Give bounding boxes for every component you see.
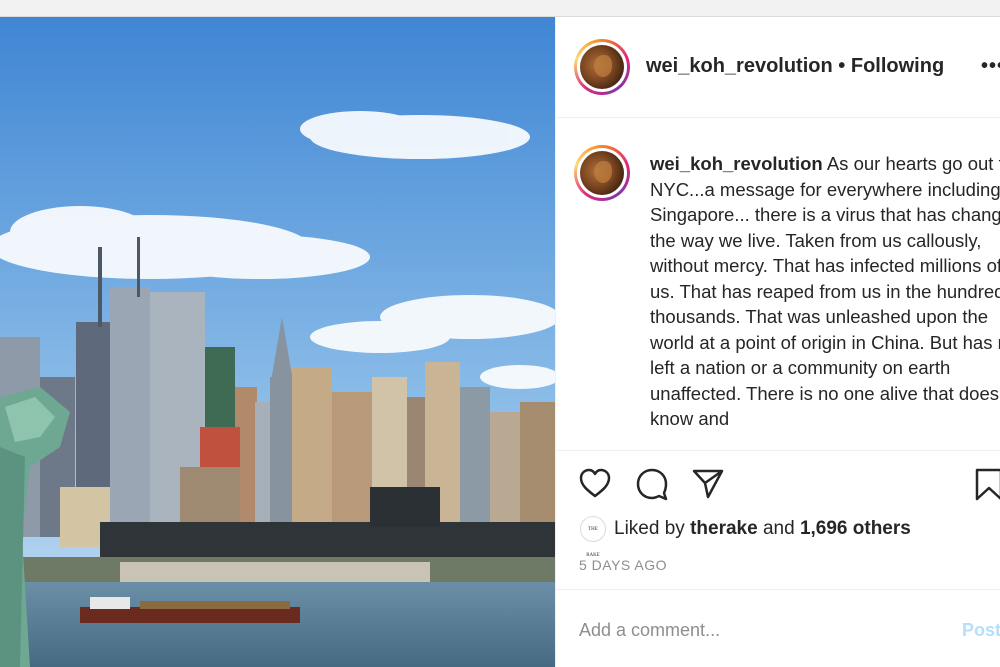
liker-avatar[interactable]: THE RAKE <box>580 516 606 558</box>
post-detail-panel: wei_koh_revolution • Following ••• wei_k… <box>555 17 1000 667</box>
likes-prefix: Liked by <box>614 518 685 539</box>
following-button[interactable]: Following <box>851 55 944 77</box>
more-options-icon[interactable]: ••• <box>981 55 1000 78</box>
post-header: wei_koh_revolution • Following ••• <box>556 17 1000 118</box>
bookmark-icon[interactable] <box>974 467 1000 501</box>
caption-text: wei_koh_revolution As our hearts go out … <box>650 151 1000 432</box>
action-bar <box>556 451 1000 511</box>
header-user-line: wei_koh_revolution • Following <box>646 55 944 78</box>
caption-avatar[interactable] <box>574 145 630 201</box>
post-comment-button[interactable]: Post <box>962 620 1000 641</box>
liker-username-link[interactable]: therake <box>690 518 758 539</box>
likes-text: Liked by therake and 1,696 others <box>614 518 911 540</box>
likes-others-link[interactable]: 1,696 others <box>800 518 911 539</box>
caption-section: wei_koh_revolution As our hearts go out … <box>556 118 1000 451</box>
paper-plane-icon[interactable] <box>691 467 725 499</box>
nyc-skyline-image <box>0 17 555 667</box>
avatar[interactable] <box>574 39 630 95</box>
post-photo[interactable] <box>0 17 555 667</box>
caption-body: As our hearts go out to NYC...a message … <box>650 153 1000 429</box>
separator-dot: • <box>838 55 846 77</box>
likes-conjunction: and <box>762 518 795 539</box>
heart-icon[interactable] <box>578 467 612 499</box>
likes-summary: THE RAKE Liked by therake and 1,696 othe… <box>578 515 998 558</box>
username-link[interactable]: wei_koh_revolution <box>646 55 833 77</box>
caption-username-link[interactable]: wei_koh_revolution <box>650 153 823 174</box>
post-timestamp[interactable]: 5 DAYS AGO <box>579 557 667 573</box>
comment-bar: Add a comment... Post <box>556 589 1000 667</box>
comment-icon[interactable] <box>635 467 669 501</box>
comment-input[interactable]: Add a comment... <box>579 620 720 641</box>
browser-top-bar <box>0 0 1000 17</box>
